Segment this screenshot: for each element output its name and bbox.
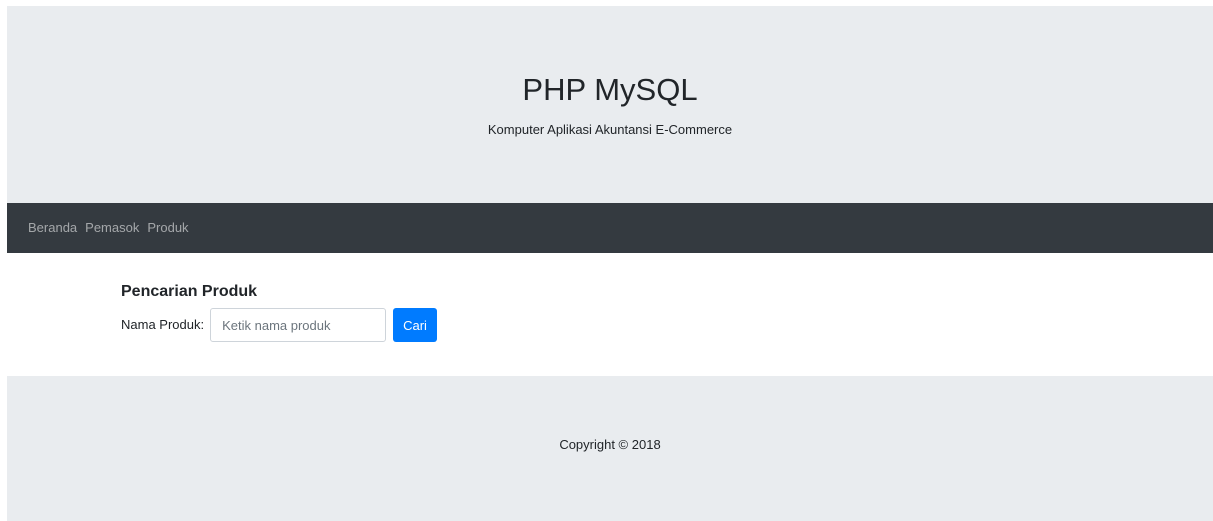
navbar: Beranda Pemasok Produk [7, 203, 1213, 253]
product-name-input[interactable] [210, 308, 387, 342]
jumbotron-header: PHP MySQL Komputer Aplikasi Akuntansi E-… [7, 6, 1213, 203]
product-name-label: Nama Produk: [121, 317, 205, 332]
search-heading: Pencarian Produk [121, 283, 258, 300]
footer: Copyright © 2018 [7, 376, 1213, 521]
page: PHP MySQL Komputer Aplikasi Akuntansi E-… [0, 0, 1213, 521]
nav-link-pemasok[interactable]: Pemasok [85, 219, 139, 237]
page-subtitle: Komputer Aplikasi Akuntansi E-Commerce [487, 122, 733, 137]
nav-link-produk[interactable]: Produk [147, 219, 188, 237]
nav-link-beranda[interactable]: Beranda [28, 219, 77, 237]
product-search-section: Pencarian Produk Nama Produk: Cari [121, 281, 437, 342]
product-search-form: Nama Produk: Cari [121, 308, 437, 342]
page-title: PHP MySQL [522, 72, 698, 107]
copyright-text: Copyright © 2018 [559, 437, 661, 452]
search-button[interactable]: Cari [393, 308, 437, 342]
